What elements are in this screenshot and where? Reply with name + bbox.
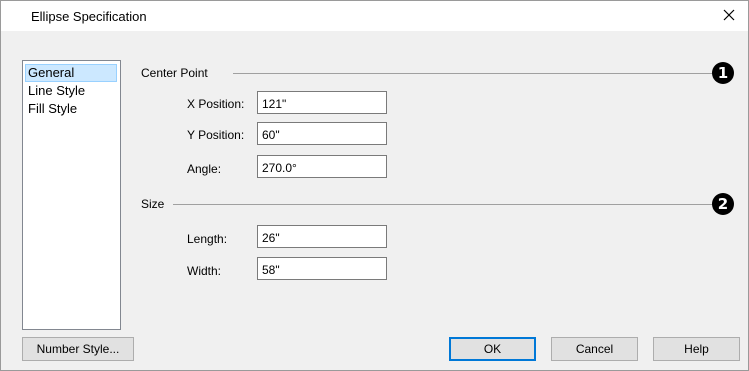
x-position-input[interactable] (257, 91, 387, 114)
nav-item-general[interactable]: General (25, 64, 117, 82)
angle-label: Angle: (187, 162, 222, 176)
size-group-label: Size (141, 197, 165, 211)
title-bar: Ellipse Specification (1, 1, 748, 31)
close-icon[interactable] (718, 4, 740, 26)
cancel-button[interactable]: Cancel (551, 337, 638, 361)
length-input[interactable] (257, 225, 387, 248)
length-label: Length: (187, 232, 228, 246)
center-point-group-label: Center Point (141, 66, 208, 80)
nav-item-line-style[interactable]: Line Style (25, 82, 117, 100)
ellipse-specification-dialog: Ellipse Specification General Line Style… (0, 0, 749, 371)
dialog-title: Ellipse Specification (31, 9, 147, 24)
center-point-divider (233, 73, 713, 74)
x-position-label: X Position: (187, 97, 245, 111)
ok-button[interactable]: OK (449, 337, 536, 361)
width-label: Width: (187, 264, 222, 278)
width-input[interactable] (257, 257, 387, 280)
size-divider (173, 204, 713, 205)
callout-badge-1: 1 (712, 62, 734, 84)
dialog-body: General Line Style Fill Style Center Poi… (1, 31, 748, 370)
number-style-button[interactable]: Number Style... (22, 337, 134, 361)
y-position-input[interactable] (257, 122, 387, 145)
nav-item-fill-style[interactable]: Fill Style (25, 100, 117, 118)
angle-input[interactable] (257, 155, 387, 178)
category-list[interactable]: General Line Style Fill Style (22, 60, 121, 330)
callout-badge-2: 2 (712, 193, 734, 215)
help-button[interactable]: Help (653, 337, 740, 361)
y-position-label: Y Position: (187, 128, 245, 142)
